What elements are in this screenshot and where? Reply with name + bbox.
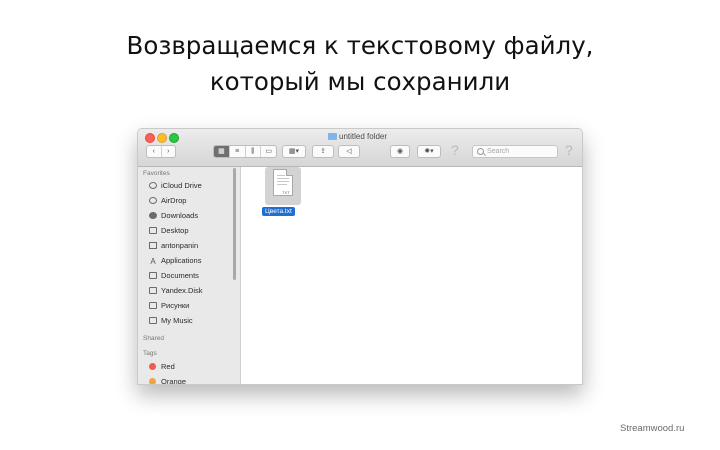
airdrop-icon xyxy=(149,197,157,204)
list-view-icon[interactable]: ≡ xyxy=(230,146,246,157)
folder-icon xyxy=(328,133,337,140)
icon-view-icon[interactable]: ▦ xyxy=(214,146,230,157)
orange-tag-icon xyxy=(149,378,156,384)
sidebar-item-risunki[interactable]: Рисунки xyxy=(149,299,189,312)
red-tag-icon xyxy=(149,363,156,370)
download-icon xyxy=(149,212,157,219)
sidebar-favorites-header: Favorites xyxy=(143,170,170,177)
sidebar-tag-label: Orange xyxy=(161,377,187,385)
help-icon[interactable]: ? xyxy=(451,142,459,158)
action-button[interactable]: ✹▾ xyxy=(417,145,441,158)
slide-title-line2: который мы сохранили xyxy=(209,67,511,96)
tags-button[interactable]: ◁ xyxy=(338,145,360,158)
cloud-icon xyxy=(149,182,157,189)
music-icon xyxy=(149,317,157,324)
zoom-window-button[interactable] xyxy=(169,133,179,143)
text-file-icon: TXT xyxy=(273,169,293,196)
gear-icon: ✹▾ xyxy=(424,148,434,155)
chevron-right-icon[interactable]: › xyxy=(162,146,176,157)
help-icon-right[interactable]: ? xyxy=(565,142,573,158)
watermark: Streamwood.ru xyxy=(620,423,685,434)
sidebar-tags-header: Tags xyxy=(143,350,157,357)
sidebar-item-label: AirDrop xyxy=(161,196,187,205)
slide-title-line1: Возвращаемся к текстовому файлу, xyxy=(126,31,594,60)
slide-title: Возвращаемся к текстовому файлу, который… xyxy=(0,28,720,100)
eye-icon: ◉ xyxy=(396,148,404,155)
share-button[interactable]: ⇪ xyxy=(312,145,334,158)
search-placeholder: Search xyxy=(487,148,510,155)
sidebar-item-yandex-disk[interactable]: Yandex.Disk xyxy=(149,284,203,297)
sidebar-item-documents[interactable]: Documents xyxy=(149,269,199,282)
sidebar-item-label: My Music xyxy=(161,316,193,325)
navigation-buttons: ‹ › xyxy=(146,145,176,158)
documents-icon xyxy=(149,272,157,279)
sidebar-item-label: Applications xyxy=(161,256,202,265)
sidebar-tag-red[interactable]: Red xyxy=(149,360,175,373)
sidebar-item-downloads[interactable]: Downloads xyxy=(149,209,198,222)
cover-flow-view-icon[interactable]: ▭ xyxy=(261,146,276,157)
search-icon xyxy=(477,148,484,155)
sidebar-item-icloud-drive[interactable]: iCloud Drive xyxy=(149,179,202,192)
file-type-tag: TXT xyxy=(282,190,290,195)
folder-icon xyxy=(149,287,157,294)
sidebar-item-label: Downloads xyxy=(161,211,199,220)
sidebar-item-applications[interactable]: A Applications xyxy=(149,254,201,267)
file-item[interactable]: TXT Цвета.txt xyxy=(260,167,306,217)
finder-window: untitled folder ‹ › ▦ ≡ ⫼ ▭ ▦▾ ⇪ ◁ ◉ ✹▾ … xyxy=(137,128,583,385)
quick-look-button[interactable]: ◉ xyxy=(390,145,410,158)
sidebar-item-label: iCloud Drive xyxy=(161,181,202,190)
sidebar-tag-orange[interactable]: Orange xyxy=(149,375,187,385)
desktop-icon xyxy=(149,227,157,234)
view-mode-selector: ▦ ≡ ⫼ ▭ xyxy=(213,145,277,158)
minimize-window-button[interactable] xyxy=(157,133,167,143)
search-input[interactable]: Search xyxy=(472,145,558,158)
folder-icon xyxy=(149,302,157,309)
sidebar-item-my-music[interactable]: My Music xyxy=(149,314,193,327)
column-view-icon[interactable]: ⫼ xyxy=(246,146,262,157)
sidebar-item-label: Рисунки xyxy=(161,301,190,310)
window-title-text: untitled folder xyxy=(339,132,388,141)
sidebar-shared-header: Shared xyxy=(143,335,164,342)
window-title: untitled folder xyxy=(328,132,387,141)
file-name[interactable]: Цвета.txt xyxy=(262,207,295,216)
share-icon: ⇪ xyxy=(320,148,326,155)
applications-icon: A xyxy=(150,257,156,266)
sidebar-tag-label: Red xyxy=(161,362,175,371)
home-icon xyxy=(149,242,157,249)
sidebar-item-label: Desktop xyxy=(161,226,189,235)
window-titlebar: untitled folder ‹ › ▦ ≡ ⫼ ▭ ▦▾ ⇪ ◁ ◉ ✹▾ … xyxy=(138,129,582,167)
tag-icon: ◁ xyxy=(346,148,352,155)
sidebar-scrollbar[interactable] xyxy=(233,168,236,280)
sidebar-item-label: Documents xyxy=(161,271,199,280)
sidebar: Favorites iCloud Drive AirDrop Downloads… xyxy=(138,167,241,384)
close-window-button[interactable] xyxy=(145,133,155,143)
arrange-button[interactable]: ▦▾ xyxy=(282,145,306,158)
sidebar-item-label: Yandex.Disk xyxy=(161,286,203,295)
sidebar-item-airdrop[interactable]: AirDrop xyxy=(149,194,186,207)
grid-icon: ▦▾ xyxy=(288,148,300,155)
sidebar-item-desktop[interactable]: Desktop xyxy=(149,224,189,237)
file-browser-content[interactable]: TXT Цвета.txt xyxy=(241,167,582,384)
sidebar-item-label: antonpanin xyxy=(161,241,199,250)
sidebar-item-home[interactable]: antonpanin xyxy=(149,239,198,252)
chevron-left-icon[interactable]: ‹ xyxy=(147,146,162,157)
